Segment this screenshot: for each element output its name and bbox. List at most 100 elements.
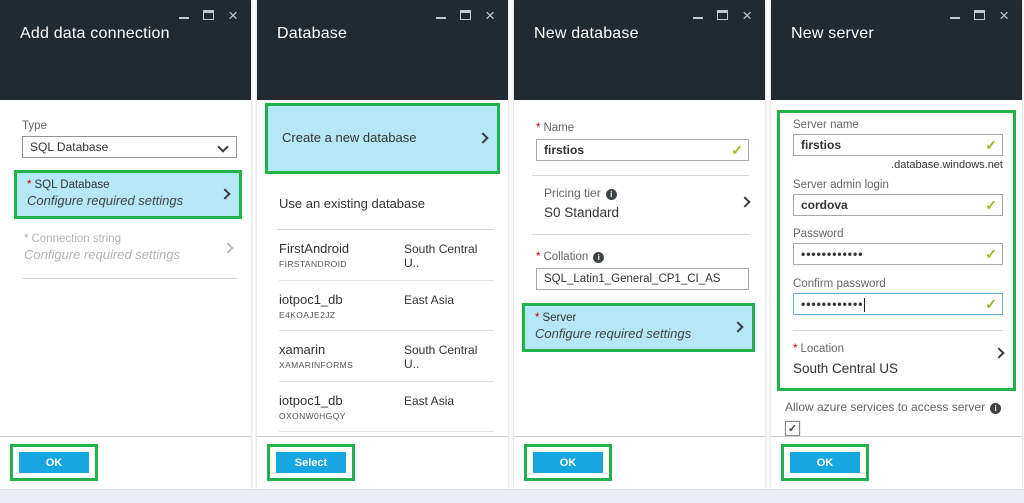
database-name: FirstAndroid bbox=[279, 241, 349, 256]
use-existing-database-label: Use an existing database bbox=[279, 196, 508, 211]
database-info: iotpoc1_db E4KOAJE2JZ bbox=[279, 292, 343, 320]
minimize-icon[interactable] bbox=[950, 17, 960, 19]
chevron-right-icon bbox=[477, 132, 488, 143]
minimize-icon[interactable] bbox=[179, 17, 189, 19]
valid-check-icon: ✓ bbox=[731, 142, 743, 159]
location-label: Location bbox=[800, 343, 843, 355]
database-code: E4KOAJE2JZ bbox=[279, 310, 343, 320]
annotation-box: OK bbox=[10, 444, 98, 481]
database-name: iotpoc1_db bbox=[279, 292, 343, 307]
admin-login-input[interactable] bbox=[794, 195, 1002, 215]
maximize-icon[interactable] bbox=[460, 10, 471, 20]
required-marker: * bbox=[793, 343, 797, 355]
blade-body: *Name ✓ Pricing tieri S0 Standard *Colla… bbox=[514, 100, 765, 489]
domain-suffix: .database.windows.net bbox=[793, 159, 1003, 171]
info-icon[interactable]: i bbox=[606, 189, 617, 200]
create-new-database-label: Create a new database bbox=[282, 130, 469, 145]
database-region: South Central U.. bbox=[404, 342, 494, 371]
password-label: Password bbox=[793, 228, 1003, 240]
database-info: iotpoc1_db OXONW0HGQY bbox=[279, 393, 346, 421]
maximize-icon[interactable] bbox=[974, 10, 985, 20]
database-code: FIRSTANDROID bbox=[279, 259, 349, 269]
annotation-box: OK bbox=[524, 444, 612, 481]
create-new-database-picker[interactable]: Create a new database bbox=[268, 106, 497, 171]
database-region: East Asia bbox=[404, 393, 494, 421]
server-admin-login-label: Server admin login bbox=[793, 179, 1003, 191]
window-controls: × bbox=[179, 8, 238, 23]
ok-button[interactable]: OK bbox=[19, 452, 89, 473]
password-input[interactable] bbox=[794, 244, 1002, 264]
allow-azure-checkbox[interactable]: ✓ bbox=[785, 421, 800, 436]
pricing-tier-value: S0 Standard bbox=[544, 205, 727, 220]
close-icon[interactable]: × bbox=[228, 8, 238, 23]
azure-portal-blades: Add data connection × Type SQL Database … bbox=[0, 0, 1024, 503]
window-controls: × bbox=[436, 8, 495, 23]
database-list: FirstAndroid FIRSTANDROID South Central … bbox=[279, 230, 494, 432]
collation-input-wrap bbox=[536, 268, 749, 290]
blade-new-database: New database × *Name ✓ Pricing ti bbox=[514, 0, 765, 489]
divider bbox=[532, 175, 749, 176]
database-list-item[interactable]: iotpoc1_db OXONW0HGQY East Asia bbox=[279, 382, 494, 432]
confirm-password-label: Confirm password bbox=[793, 278, 1003, 290]
window-controls: × bbox=[950, 8, 1009, 23]
blade-add-data-connection: Add data connection × Type SQL Database … bbox=[0, 0, 251, 489]
database-list-item[interactable]: xamarin XAMARINFORMS South Central U.. bbox=[279, 331, 494, 382]
server-picker-label: Server bbox=[542, 312, 576, 324]
close-icon[interactable]: × bbox=[999, 8, 1009, 23]
ok-button[interactable]: OK bbox=[533, 452, 603, 473]
database-name: iotpoc1_db bbox=[279, 393, 346, 408]
name-input[interactable] bbox=[537, 140, 748, 160]
database-list-item[interactable]: FirstAndroid FIRSTANDROID South Central … bbox=[279, 230, 494, 281]
server-picker[interactable]: *Server Configure required settings bbox=[525, 306, 752, 349]
name-label: Name bbox=[543, 122, 574, 134]
blade-body: Server name ✓ .database.windows.net Serv… bbox=[771, 100, 1022, 489]
password-input-wrap: ✓ bbox=[793, 243, 1003, 265]
select-button[interactable]: Select bbox=[276, 452, 346, 473]
blade-header: Database × bbox=[257, 0, 508, 100]
info-icon[interactable]: i bbox=[990, 403, 1001, 414]
maximize-icon[interactable] bbox=[203, 10, 214, 20]
collation-input[interactable] bbox=[537, 269, 748, 289]
blade-footer: Select bbox=[257, 436, 508, 489]
blade-header: Add data connection × bbox=[0, 0, 251, 100]
blade-footer: OK bbox=[0, 436, 251, 489]
database-info: xamarin XAMARINFORMS bbox=[279, 342, 353, 371]
page-background-strip bbox=[0, 489, 1024, 503]
close-icon[interactable]: × bbox=[485, 8, 495, 23]
required-marker: * bbox=[535, 312, 539, 324]
blade-new-server: New server × Server name ✓ .database.win… bbox=[771, 0, 1022, 489]
blade-header: New server × bbox=[771, 0, 1022, 100]
annotation-box: *Server Configure required settings bbox=[522, 303, 755, 352]
minimize-icon[interactable] bbox=[693, 17, 703, 19]
checkbox-check-icon: ✓ bbox=[788, 422, 797, 435]
required-marker: * bbox=[536, 122, 540, 134]
text-cursor bbox=[864, 298, 865, 312]
server-picker-value: Configure required settings bbox=[535, 326, 724, 341]
type-select[interactable]: SQL Database bbox=[22, 136, 237, 158]
sql-database-picker[interactable]: *SQL Database Configure required setting… bbox=[17, 173, 239, 216]
collation-label: Collation bbox=[543, 251, 588, 263]
database-region: South Central U.. bbox=[404, 241, 494, 270]
blade-database: Database × Create a new database Use an … bbox=[257, 0, 508, 489]
database-list-item[interactable]: iotpoc1_db E4KOAJE2JZ East Asia bbox=[279, 281, 494, 331]
server-name-input[interactable] bbox=[794, 135, 1002, 155]
connection-string-picker[interactable]: *Connection string Configure required se… bbox=[14, 227, 242, 270]
valid-check-icon: ✓ bbox=[985, 137, 997, 154]
database-region: East Asia bbox=[404, 292, 494, 320]
sql-picker-label: SQL Database bbox=[34, 179, 109, 191]
maximize-icon[interactable] bbox=[717, 10, 728, 20]
location-picker[interactable]: *Location South Central US bbox=[793, 339, 1003, 376]
close-icon[interactable]: × bbox=[742, 8, 752, 23]
required-marker: * bbox=[536, 251, 540, 263]
minimize-icon[interactable] bbox=[436, 17, 446, 19]
required-marker: * bbox=[24, 233, 28, 245]
confirm-password-input[interactable] bbox=[794, 294, 1002, 314]
type-select-value: SQL Database bbox=[30, 140, 108, 154]
location-value: South Central US bbox=[793, 361, 981, 376]
pricing-tier-picker[interactable]: Pricing tieri S0 Standard bbox=[544, 186, 749, 220]
connection-string-value: Configure required settings bbox=[24, 247, 214, 262]
annotation-box: OK bbox=[781, 444, 869, 481]
info-icon[interactable]: i bbox=[593, 252, 604, 263]
annotation-box: Create a new database bbox=[265, 103, 500, 174]
ok-button[interactable]: OK bbox=[790, 452, 860, 473]
